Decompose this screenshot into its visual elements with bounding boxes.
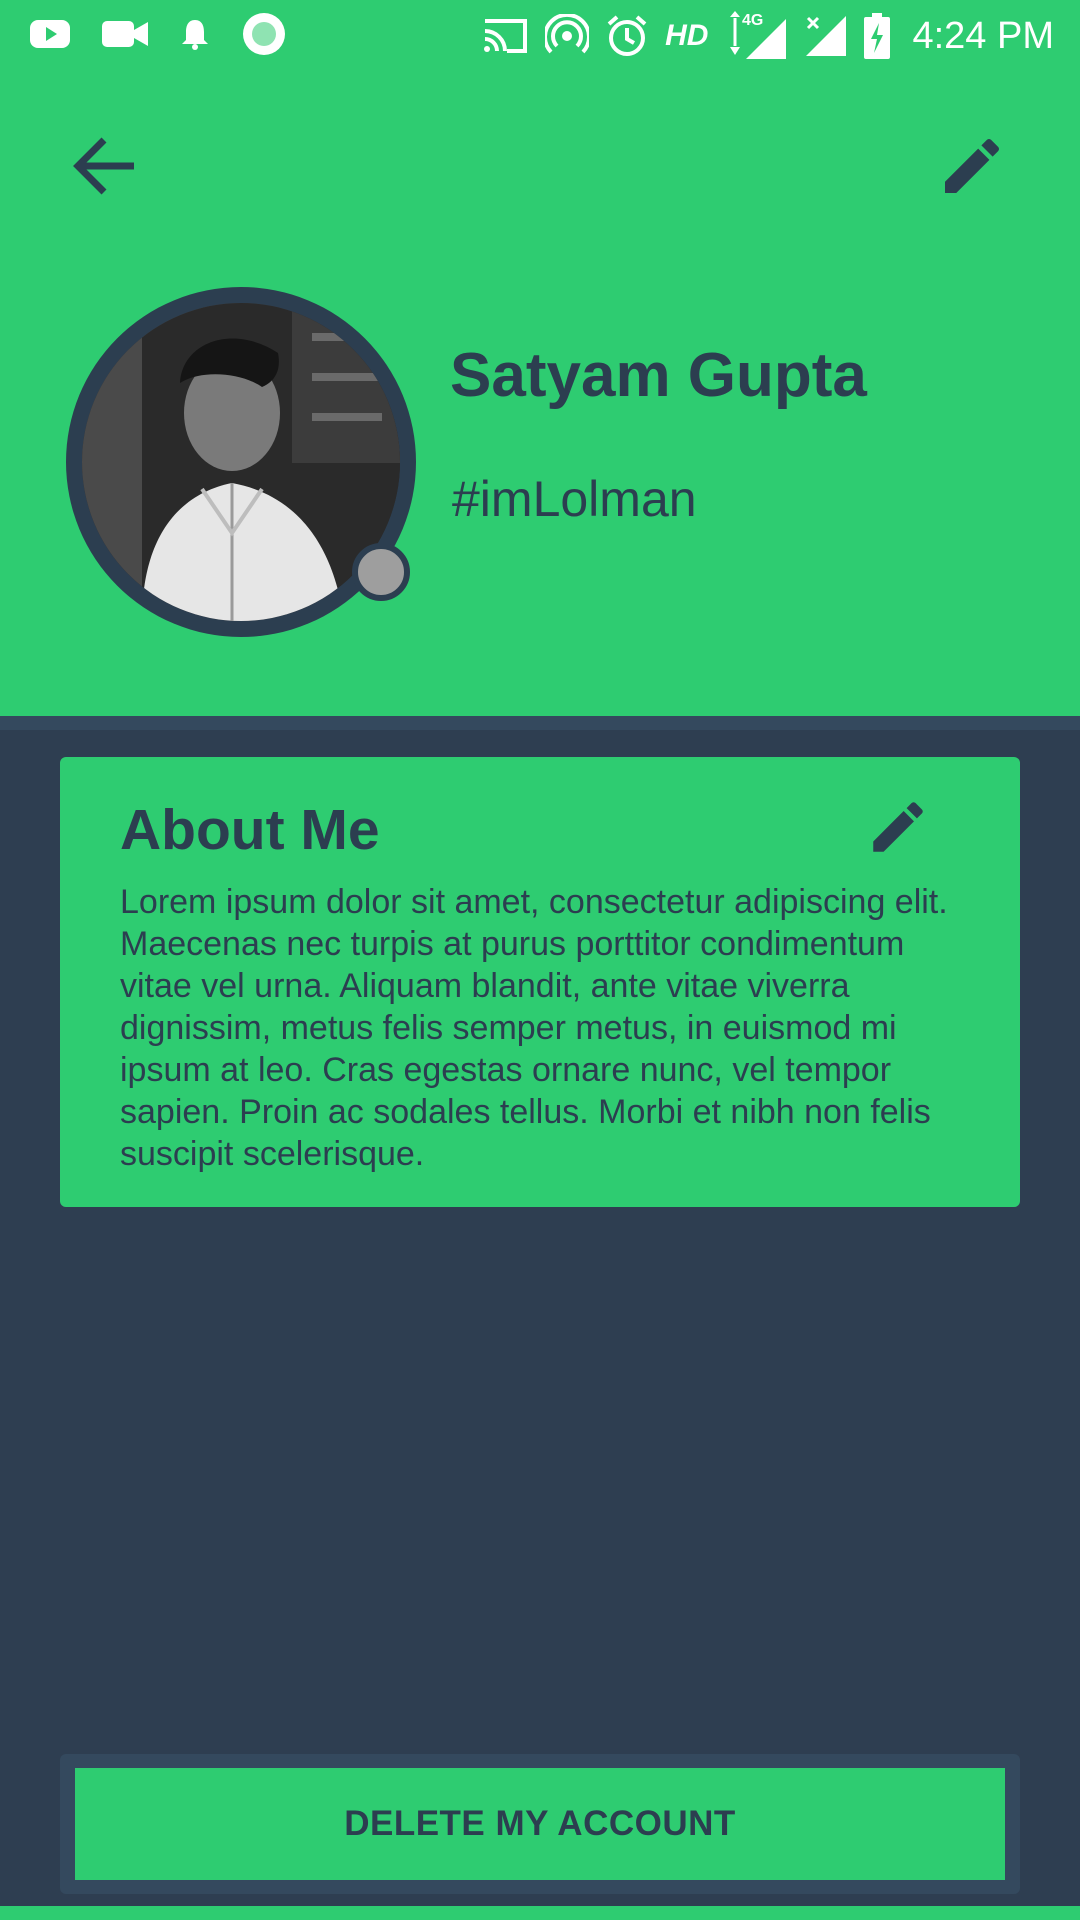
- alarm-icon: [605, 14, 649, 58]
- cast-icon: [481, 17, 529, 55]
- edit-profile-button[interactable]: [930, 124, 1014, 208]
- video-camera-icon: [102, 19, 148, 54]
- network-type-label: 4G: [742, 12, 763, 29]
- record-icon: [242, 12, 286, 61]
- avatar[interactable]: [66, 287, 416, 637]
- hd-icon: HD: [665, 19, 709, 52]
- notification-bell-icon: [180, 18, 210, 55]
- back-button[interactable]: [64, 126, 144, 206]
- status-bar-left: [30, 12, 318, 61]
- profile-tag: #imLolman: [452, 471, 697, 527]
- header-divider: [0, 716, 1080, 730]
- online-status-indicator: [352, 543, 410, 601]
- status-bar-right: HD 4G 4:24 PM: [465, 11, 1054, 61]
- edit-about-button[interactable]: [860, 789, 936, 865]
- youtube-icon: [30, 19, 70, 54]
- status-bar: HD 4G 4:24 PM: [0, 0, 1080, 72]
- battery-charging-icon: [864, 13, 891, 59]
- bottom-strip: [0, 1906, 1080, 1920]
- about-text: Lorem ipsum dolor sit amet, consectetur …: [120, 883, 948, 1173]
- pencil-icon: [873, 802, 923, 852]
- profile-header: Satyam Gupta #imLolman: [0, 72, 1080, 716]
- signal-no-data-icon: [804, 14, 848, 58]
- hotspot-icon: [545, 14, 590, 58]
- about-me-card: About Me Lorem ipsum dolor sit amet, con…: [60, 757, 1020, 1207]
- delete-button-container: DELETE MY ACCOUNT: [60, 1754, 1020, 1894]
- about-title: About Me: [120, 798, 380, 862]
- arrow-back-icon: [73, 137, 134, 195]
- signal-icon: 4G: [724, 11, 788, 61]
- status-time: 4:24 PM: [912, 14, 1054, 57]
- profile-name: Satyam Gupta: [450, 341, 867, 410]
- delete-account-button[interactable]: DELETE MY ACCOUNT: [75, 1768, 1005, 1880]
- pencil-icon: [945, 138, 1000, 193]
